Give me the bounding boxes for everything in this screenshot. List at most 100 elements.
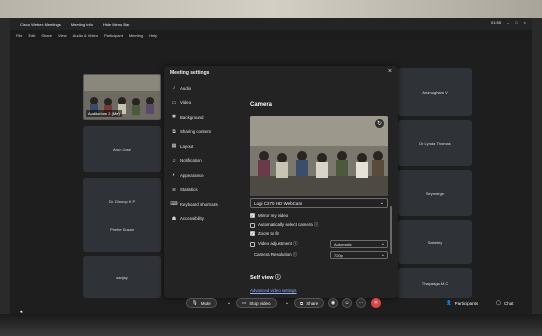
nav-item-notification[interactable]: ♫ Notification xyxy=(168,154,244,169)
monitor-bezel xyxy=(0,314,542,336)
camera-resolution-value: 720p xyxy=(334,252,343,258)
participant-tile[interactable]: Seymdrge xyxy=(398,170,472,216)
menu-participant[interactable]: Participant xyxy=(104,33,123,38)
statistics-icon: ≋ xyxy=(171,186,177,193)
meeting-timer: 01:55 xyxy=(490,20,501,25)
camera-select-value: Logi C270 HD WebCam xyxy=(254,200,303,206)
auto-select-camera-option[interactable]: Automatically select camera ⓘ xyxy=(250,222,318,228)
participant-name: Arun Jose xyxy=(112,146,131,152)
bell-icon: ♫ xyxy=(172,157,176,164)
participant-tile[interactable]: Arun Jose xyxy=(83,126,161,172)
menu-audio-video[interactable]: Audio & Video xyxy=(73,33,98,38)
participants-button[interactable]: 👤 Participants xyxy=(446,300,478,306)
video-icon: ▭ xyxy=(242,300,247,305)
menu-edit[interactable]: Edit xyxy=(28,33,35,38)
nav-label: Statistics xyxy=(180,187,198,193)
participant-tile[interactable]: sanjay xyxy=(83,256,161,298)
advanced-video-settings-link[interactable]: Advanced video settings xyxy=(250,288,297,293)
nav-label: Layout xyxy=(180,143,194,149)
nav-label: Keyboard shortcuts xyxy=(180,201,218,207)
nav-item-appearance[interactable]: ◐ Appearance xyxy=(168,168,244,183)
accessibility-icon: ☗ xyxy=(171,215,177,222)
minimize-icon[interactable]: – xyxy=(507,20,509,25)
self-name-label: Auditorium 2 (Me) xyxy=(86,110,122,117)
menu-meeting[interactable]: Meeting xyxy=(129,33,143,38)
zoom-to-fit-option[interactable]: ✓ Zoom to fit xyxy=(250,231,279,236)
stop-video-button[interactable]: ▭ Stop video xyxy=(236,298,277,308)
background-wall xyxy=(0,0,542,18)
nav-label: Background xyxy=(180,114,204,120)
app-title: Cisco Webex Meetings xyxy=(20,21,61,27)
participant-name: Dr. Dinoop K P xyxy=(108,198,136,204)
end-call-icon[interactable]: ✕ xyxy=(371,298,381,308)
menu-bar: File Edit Share View Audio & Video Parti… xyxy=(10,30,532,40)
chat-label: Chat xyxy=(504,300,514,306)
maximize-icon[interactable]: □ xyxy=(515,20,517,25)
participant-name: sanjay xyxy=(116,274,128,280)
nav-item-video[interactable]: ▭ Video xyxy=(168,96,244,111)
nav-item-statistics[interactable]: ≋ Statistics xyxy=(168,183,244,198)
video-adjustment-option[interactable]: Video adjustment ⓘ xyxy=(250,241,297,247)
mute-button[interactable]: 🎙 Mute xyxy=(186,298,217,308)
participant-tile[interactable]: Sabeley xyxy=(398,220,472,264)
mirror-video-checkbox[interactable]: ✓ xyxy=(250,213,255,218)
menu-view[interactable]: View xyxy=(58,33,67,38)
settings-nav: ♪ Audio ▭ Video ✱ Background ⧉ Sharing conte… xyxy=(168,81,244,226)
chat-button[interactable]: ◯ Chat xyxy=(496,300,514,306)
close-window-icon[interactable]: × xyxy=(524,20,526,25)
camera-preview: ↻ xyxy=(250,116,388,196)
meeting-info-link[interactable]: Meeting Info xyxy=(71,22,93,27)
nav-item-background[interactable]: ✱ Background xyxy=(168,110,244,125)
menu-share[interactable]: Share xyxy=(41,33,52,38)
participant-tile[interactable]: Thapaaga.M.C xyxy=(398,268,472,298)
participant-tile[interactable]: Dr Lynda Thomas xyxy=(398,120,472,166)
rotate-camera-icon[interactable]: ↻ xyxy=(375,119,384,128)
mirror-video-option[interactable]: ✓ Mirror my video xyxy=(250,213,288,218)
camera-settings-panel: Camera ↻ Logi C270 HD WebCam ⌄ ✓ Mirror … xyxy=(250,66,398,298)
menu-file[interactable]: File xyxy=(16,33,22,38)
nav-label: Audio xyxy=(180,85,192,91)
participant-name: Sabeley xyxy=(427,239,443,245)
layout-icon: ▦ xyxy=(171,143,177,150)
scrollbar[interactable] xyxy=(390,206,392,254)
hide-menu-bar-link[interactable]: Hide Menu Bar xyxy=(103,22,130,27)
nav-label: Video xyxy=(180,100,192,106)
share-label: Share xyxy=(306,300,319,306)
self-video-tile[interactable]: Auditorium 2 (Me) xyxy=(83,74,161,120)
nav-item-sharing[interactable]: ⧉ Sharing content xyxy=(168,125,244,140)
chevron-down-icon: ⌄ xyxy=(379,200,384,206)
chat-icon: ◯ xyxy=(496,300,502,305)
nav-label: Sharing content xyxy=(180,129,211,135)
video-adjustment-select[interactable]: Automatic ⌄ xyxy=(330,240,388,248)
title-bar: Cisco Webex Meetings Meeting Info Hide M… xyxy=(10,18,532,30)
video-adjustment-checkbox[interactable] xyxy=(250,241,255,247)
nav-item-keyboard[interactable]: ⌨ Keyboard shortcuts xyxy=(168,197,244,212)
background-icon: ✱ xyxy=(171,114,177,121)
camera-select[interactable]: Logi C270 HD WebCam ⌄ xyxy=(250,198,388,208)
video-icon: ▭ xyxy=(171,99,177,106)
menu-help[interactable]: Help xyxy=(149,33,157,38)
video-adjustment-value: Automatic xyxy=(334,241,352,247)
nav-item-audio[interactable]: ♪ Audio xyxy=(168,81,244,96)
record-icon[interactable]: ◉ xyxy=(328,298,338,308)
video-options-chevron-icon[interactable]: ⌄ xyxy=(282,298,292,308)
participant-tile[interactable]: Phebe Susan xyxy=(83,206,161,252)
share-button[interactable]: ⧉ Share xyxy=(294,298,325,308)
nav-item-accessibility[interactable]: ☗ Accessibility xyxy=(168,212,244,227)
chevron-down-icon: ⌄ xyxy=(380,241,385,247)
nav-item-layout[interactable]: ▦ Layout xyxy=(168,139,244,154)
dialog-title: Meeting settings xyxy=(170,70,210,76)
camera-heading: Camera xyxy=(250,102,273,108)
more-options-icon[interactable]: ⋯ xyxy=(356,298,366,308)
participant-tile[interactable]: Arumugham V xyxy=(398,68,472,116)
audio-indicator-icon: ◂ xyxy=(19,309,23,314)
reactions-icon[interactable]: ☺ xyxy=(342,298,352,308)
nav-label: Accessibility xyxy=(180,216,204,222)
zoom-to-fit-checkbox[interactable]: ✓ xyxy=(250,231,255,236)
participant-name: Phebe Susan xyxy=(109,226,135,232)
auto-select-camera-checkbox[interactable] xyxy=(250,222,255,228)
camera-resolution-select[interactable]: 720p ⌄ xyxy=(330,251,388,259)
participants-icon: 👤 xyxy=(446,300,452,305)
participant-name: Seymdrge xyxy=(425,190,445,196)
mute-options-chevron-icon[interactable]: ⌄ xyxy=(224,298,234,308)
